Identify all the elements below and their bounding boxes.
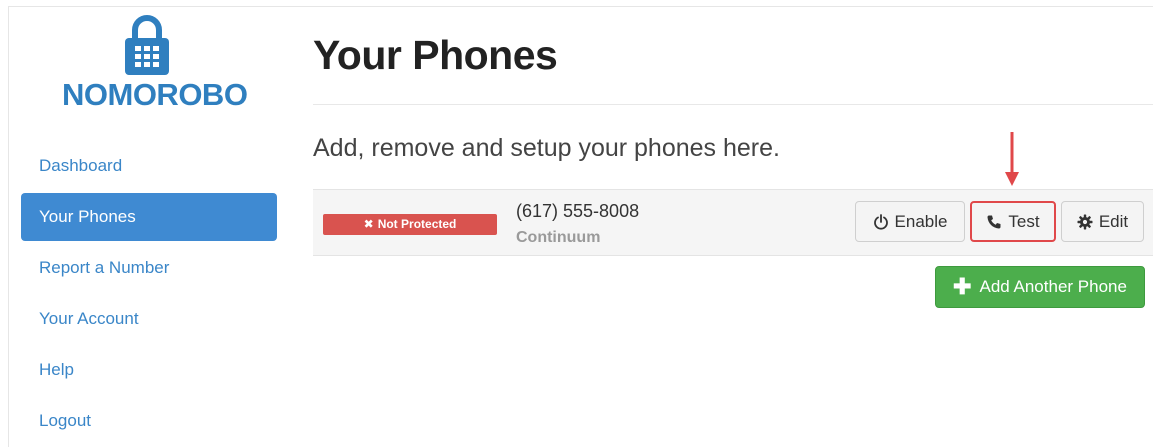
- sidebar-item-report-a-number[interactable]: Report a Number: [21, 244, 277, 292]
- edit-button[interactable]: Edit: [1061, 201, 1144, 242]
- add-another-phone-label: Add Another Phone: [979, 277, 1127, 296]
- brand-name: NOMOROBO: [62, 77, 248, 112]
- brand-logo[interactable]: NOMOROBO: [62, 14, 248, 124]
- enable-button-label: Enable: [894, 211, 948, 231]
- sidebar-item-logout[interactable]: Logout: [21, 397, 277, 445]
- page-title: Your Phones: [313, 32, 558, 78]
- page-subtitle: Add, remove and setup your phones here.: [313, 134, 780, 162]
- sidebar-item-your-phones[interactable]: Your Phones: [21, 193, 277, 241]
- sidebar-item-dashboard[interactable]: Dashboard: [21, 142, 277, 190]
- status-badge: ✖ Not Protected: [323, 214, 497, 235]
- edit-button-label: Edit: [1098, 211, 1129, 231]
- phone-number: (617) 555-8008: [516, 201, 640, 221]
- add-another-phone-button[interactable]: ✚ Add Another Phone: [935, 266, 1145, 308]
- sidebar-item-help[interactable]: Help: [21, 346, 277, 394]
- plus-icon: ✚: [953, 274, 972, 299]
- phone-icon: [987, 215, 1001, 228]
- title-divider: [313, 104, 1153, 105]
- test-button[interactable]: Test: [970, 201, 1056, 242]
- gear-icon: [1077, 214, 1093, 229]
- test-button-label: Test: [1008, 211, 1040, 231]
- lock-logo-icon: [125, 15, 169, 75]
- sidebar-nav: Dashboard Your Phones Report a Number Yo…: [21, 142, 277, 447]
- phone-row: ✖ Not Protected (617) 555-8008 Continuum …: [313, 189, 1153, 256]
- down-arrow-icon: [1005, 132, 1019, 186]
- close-icon: ✖: [363, 217, 374, 231]
- enable-button[interactable]: Enable: [855, 201, 965, 242]
- phone-carrier: Continuum: [516, 229, 601, 246]
- status-badge-label: Not Protected: [377, 217, 457, 231]
- power-icon: [873, 213, 888, 230]
- sidebar-item-your-account[interactable]: Your Account: [21, 295, 277, 343]
